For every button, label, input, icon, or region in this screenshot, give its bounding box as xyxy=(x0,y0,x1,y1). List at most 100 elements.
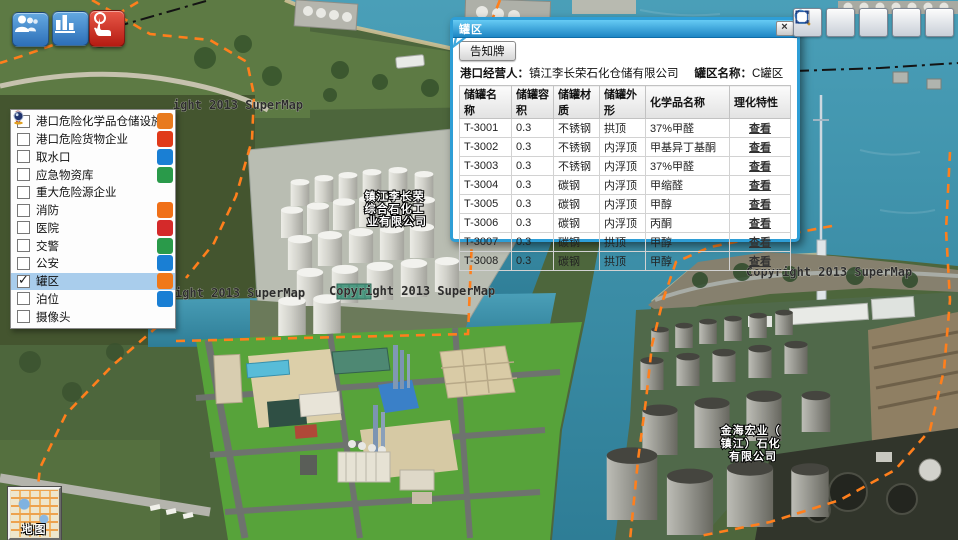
zoom-in-button[interactable] xyxy=(826,8,855,37)
layer-item-fire-department[interactable]: 消防 xyxy=(11,202,175,219)
berth-boat-icon xyxy=(157,291,173,307)
operator-label: 港口经营人： xyxy=(460,68,529,80)
full-extent-icon xyxy=(793,8,811,26)
layer-item-traffic-police[interactable]: 交警 xyxy=(11,237,175,254)
checkbox[interactable] xyxy=(17,257,30,270)
table-row: T-30070.3碳钢拱顶甲醇查看 xyxy=(460,233,791,252)
checkbox[interactable] xyxy=(17,292,30,305)
checkbox[interactable] xyxy=(17,133,30,146)
map-controls xyxy=(793,8,954,37)
layer-label: 摄像头 xyxy=(36,309,157,325)
operator-value: 镇江李长荣石化仓储有限公司 xyxy=(529,68,679,80)
checkbox[interactable] xyxy=(17,275,30,288)
checkbox[interactable] xyxy=(17,310,30,323)
layer-label: 取水口 xyxy=(36,149,157,165)
view-link[interactable]: 查看 xyxy=(749,180,771,192)
view-link[interactable]: 查看 xyxy=(749,161,771,173)
bar-chart-icon xyxy=(53,12,77,34)
col-header-tank-material: 储罐材质 xyxy=(554,86,600,119)
statistics-button[interactable] xyxy=(52,11,89,46)
tank-area-dialog: 罐区 × 告知牌 港口经营人：镇江李长荣石化仓储有限公司罐区名称：C罐区 储罐名… xyxy=(450,17,800,242)
copyright-text: ight 2013 SuperMap xyxy=(173,98,303,112)
overview-map-label: 地图 xyxy=(10,521,59,537)
camera-icon xyxy=(157,309,173,325)
tank-area-name-value: C罐区 xyxy=(752,68,783,80)
dialog-title: 罐区 xyxy=(459,24,483,36)
layer-label: 医院 xyxy=(36,220,157,236)
tank-table: 储罐名称 储罐容积 储罐材质 储罐外形 化学品名称 理化特性 T-30010.3… xyxy=(459,85,791,271)
copyright-text: ight 2013 SuperMap xyxy=(175,286,305,300)
view-link[interactable]: 查看 xyxy=(749,256,771,268)
checkbox[interactable] xyxy=(17,186,30,199)
layer-item-hospital[interactable]: 医院 xyxy=(11,219,175,236)
layer-label: 应急物资库 xyxy=(36,167,157,183)
group-people-icon xyxy=(13,13,39,35)
layer-item-emergency-supplies[interactable]: 应急物资库 xyxy=(11,166,175,183)
layer-label: 港口危险货物企业 xyxy=(36,131,157,147)
layer-label: 交警 xyxy=(36,238,157,254)
col-header-tank-volume: 储罐容积 xyxy=(512,86,554,119)
close-icon[interactable]: × xyxy=(776,21,794,36)
layer-item-tank-area[interactable]: 罐区 xyxy=(11,273,175,290)
table-row: T-30060.3碳钢内浮顶丙酮查看 xyxy=(460,214,791,233)
table-row: T-30030.3不锈钢内浮顶37%甲醛查看 xyxy=(460,157,791,176)
touch-select-button[interactable] xyxy=(89,10,125,47)
checkbox[interactable] xyxy=(17,239,30,252)
water-drop-icon xyxy=(157,149,173,165)
hazmat-truck-icon xyxy=(157,113,173,129)
layer-item-berth[interactable]: 泊位 xyxy=(11,290,175,307)
table-row: T-30040.3碳钢内浮顶甲缩醛查看 xyxy=(460,176,791,195)
col-header-chemical-name: 化学品名称 xyxy=(646,86,730,119)
layer-item-port-hazchem-storage[interactable]: 港口危险化学品仓储设施 xyxy=(11,113,175,130)
layer-label: 消防 xyxy=(36,202,157,218)
farm-fields xyxy=(868,312,958,442)
checkbox[interactable] xyxy=(17,221,30,234)
layer-label: 公安 xyxy=(36,255,157,271)
layer-item-port-dangerous-goods[interactable]: 港口危险货物企业 xyxy=(11,131,175,148)
dialog-titlebar[interactable]: 罐区 × xyxy=(453,20,797,38)
table-row: T-30010.3不锈钢拱顶37%甲醛查看 xyxy=(460,119,791,138)
layers-panel: 港口危险化学品仓储设施 港口危险货物企业 取水口 应急物资库 xyxy=(10,109,176,329)
fire-extinguisher-icon xyxy=(157,202,173,218)
checkbox[interactable] xyxy=(17,168,30,181)
touch-select-icon xyxy=(90,11,114,37)
checkbox[interactable] xyxy=(17,150,30,163)
layer-label: 罐区 xyxy=(36,273,157,289)
table-row: T-30020.3不锈钢内浮顶甲基异丁基酮查看 xyxy=(460,138,791,157)
checkbox[interactable] xyxy=(17,204,30,217)
layer-item-camera[interactable]: 摄像头 xyxy=(11,308,175,325)
copyright-text: Copyright 2013 SuperMap xyxy=(329,284,495,298)
overview-map-toggle[interactable]: 地图 xyxy=(8,487,61,540)
view-link[interactable]: 查看 xyxy=(749,218,771,230)
col-header-tank-shape: 储罐外形 xyxy=(600,86,646,119)
view-link[interactable]: 查看 xyxy=(749,199,771,211)
warning-triangle-icon xyxy=(157,131,173,147)
col-header-tank-name: 储罐名称 xyxy=(460,86,512,119)
table-row: T-30080.3碳钢拱顶甲醇查看 xyxy=(460,252,791,271)
zoom-out-button[interactable] xyxy=(859,8,888,37)
supplies-warehouse-icon xyxy=(157,167,173,183)
table-row: T-30050.3碳钢内浮顶甲醇查看 xyxy=(460,195,791,214)
company-label-left: 镇江李长荣 综合石化工 业有限公司 xyxy=(365,189,430,228)
police-icon xyxy=(157,255,173,271)
full-extent-button[interactable] xyxy=(925,8,954,37)
clear-button[interactable] xyxy=(892,8,921,37)
hospital-cross-icon xyxy=(157,220,173,236)
table-header-row: 储罐名称 储罐容积 储罐材质 储罐外形 化学品名称 理化特性 xyxy=(460,86,791,119)
layer-label: 泊位 xyxy=(36,291,157,307)
storage-tank-icon xyxy=(157,273,173,289)
col-header-properties: 理化特性 xyxy=(730,86,791,119)
tank-area-name-label: 罐区名称： xyxy=(695,68,753,80)
layer-item-police[interactable]: 公安 xyxy=(11,255,175,272)
layer-item-major-hazard-enterprise[interactable]: 重大危险源企业 xyxy=(11,184,175,201)
view-link[interactable]: 查看 xyxy=(749,123,771,135)
dialog-info-row: 港口经营人：镇江李长荣石化仓储有限公司 罐区名称：C罐区 xyxy=(460,65,791,81)
traffic-police-icon xyxy=(157,238,173,254)
view-link[interactable]: 查看 xyxy=(749,237,771,249)
layer-label: 重大危险源企业 xyxy=(36,184,157,200)
group-people-button[interactable] xyxy=(12,12,49,47)
company-label-right: 金海宏业（ 镇江）石化 有限公司 xyxy=(720,423,786,463)
view-link[interactable]: 查看 xyxy=(749,142,771,154)
map-application: ight 2013 SuperMap ight 2013 SuperMap Co… xyxy=(0,0,958,540)
layer-item-water-intake[interactable]: 取水口 xyxy=(11,148,175,165)
